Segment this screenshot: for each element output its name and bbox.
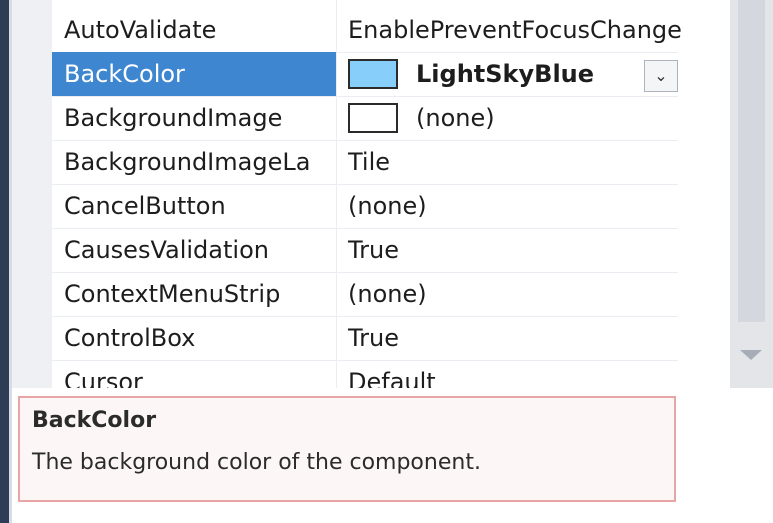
- scroll-down-arrow-icon[interactable]: [740, 350, 762, 360]
- property-value[interactable]: (none): [348, 184, 728, 228]
- property-row-contextmenustrip[interactable]: ContextMenuStrip (none): [52, 272, 678, 317]
- property-value[interactable]: EnablePreventFocusChange: [348, 8, 728, 52]
- property-grid-gutter: [12, 0, 52, 388]
- property-grid: AutoValidate EnablePreventFocusChange Ba…: [12, 0, 730, 388]
- property-value-container[interactable]: (none): [348, 96, 728, 140]
- description-box: BackColor The background color of the co…: [18, 396, 676, 502]
- property-row-backcolor[interactable]: BackColor LightSkyBlue: [52, 52, 678, 97]
- property-name: CausesValidation: [64, 236, 269, 264]
- property-name: AutoValidate: [64, 16, 217, 44]
- property-name: ContextMenuStrip: [64, 280, 281, 308]
- description-text: The background color of the component.: [32, 450, 481, 475]
- scrollbar-thumb[interactable]: [738, 0, 765, 322]
- color-swatch: [348, 59, 398, 89]
- property-name: CancelButton: [64, 192, 226, 220]
- property-row-backgroundimage[interactable]: BackgroundImage (none): [52, 96, 678, 141]
- description-panel: BackColor The background color of the co…: [12, 388, 773, 523]
- property-name: ControlBox: [64, 324, 196, 352]
- property-value: LightSkyBlue: [416, 60, 595, 88]
- chevron-down-icon[interactable]: ⌄: [644, 60, 678, 92]
- property-name: BackColor: [52, 52, 336, 96]
- description-title: BackColor: [32, 408, 157, 433]
- property-value[interactable]: True: [348, 228, 728, 272]
- window-frame-left: [0, 0, 9, 523]
- property-value: (none): [416, 104, 495, 132]
- property-row-controlbox[interactable]: ControlBox True: [52, 316, 678, 361]
- property-value[interactable]: (none): [348, 272, 728, 316]
- vertical-scrollbar[interactable]: [730, 0, 773, 388]
- properties-window: AutoValidate EnablePreventFocusChange Ba…: [0, 0, 773, 523]
- property-value[interactable]: True: [348, 316, 728, 360]
- property-row-autovalidate[interactable]: AutoValidate EnablePreventFocusChange: [52, 8, 682, 53]
- property-value[interactable]: Tile: [348, 140, 728, 184]
- image-preview-swatch: [348, 103, 398, 133]
- property-name: BackgroundImageLa: [64, 148, 311, 176]
- property-row-backgroundimagelayout[interactable]: BackgroundImageLa Tile: [52, 140, 678, 185]
- property-row-cursor[interactable]: Cursor Default: [52, 360, 678, 388]
- property-row-cancelbutton[interactable]: CancelButton (none): [52, 184, 678, 229]
- property-value[interactable]: Default: [348, 360, 728, 388]
- property-name: Cursor: [64, 368, 143, 388]
- property-name: BackgroundImage: [64, 104, 283, 132]
- property-row-causesvalidation[interactable]: CausesValidation True: [52, 228, 678, 273]
